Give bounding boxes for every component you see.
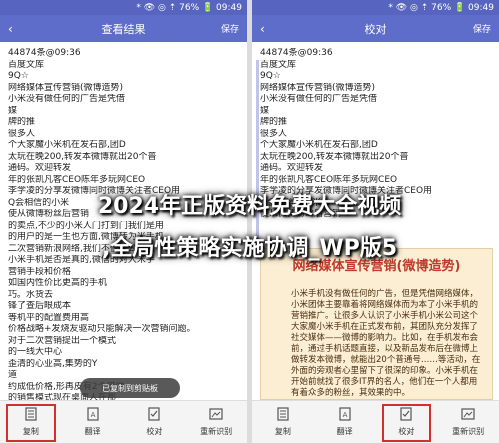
tab-rescan[interactable]: 重新识别 xyxy=(437,401,499,443)
page-title: 校对 xyxy=(364,22,387,36)
tab-label: 翻译 xyxy=(84,427,101,436)
rescan-icon xyxy=(209,407,223,426)
result-screen: * 👁 ◎ ⇡ 76% 🔋 09:49 ‹ 查看结果 保存 44874条@09:… xyxy=(0,0,247,443)
overlay-headline-2: ,全局性策略实施协调_WP版5 xyxy=(101,236,398,261)
proofread-screen: * 👁 ◎ ⇡ 76% 🔋 09:49 ‹ 校对 保存 44874条@09:36… xyxy=(252,0,499,443)
text-line: 通码。欢迎转发 xyxy=(260,163,324,173)
page-title: 查看结果 xyxy=(101,22,146,36)
text-line: 如国内性价比更高的手机 xyxy=(8,278,108,288)
text-line: 44874条@09:36 xyxy=(260,48,333,58)
text-line: 歪清的心业高,集势的Y xyxy=(8,358,98,369)
tab-label: 复制 xyxy=(274,427,291,436)
text-line: 的一线大中心 xyxy=(8,347,63,357)
tab-label: 复制 xyxy=(22,427,39,436)
tab-translate[interactable]: A 翻译 xyxy=(62,401,124,443)
tab-rescan[interactable]: 重新识别 xyxy=(185,401,247,443)
tab-proofread[interactable]: 校对 xyxy=(376,401,438,443)
text-line: 9Q☆ xyxy=(260,71,281,81)
tab-label: 重新识别 xyxy=(452,427,485,436)
source-image: 网络媒体宣传营销(微博造势) 小米手机没有做任何的广告，但是凭借网络媒体，小米团… xyxy=(260,248,493,400)
text-line: 通码。欢迎转发 xyxy=(8,163,72,173)
svg-text:A: A xyxy=(342,411,347,419)
copy-icon xyxy=(276,407,290,426)
text-line: 牌的推 xyxy=(8,117,36,127)
text-line: 很多人 xyxy=(260,128,288,139)
text-line: 个大家魔小米机在发石部,团D xyxy=(260,140,378,150)
bottom-toolbar: 复制 A 翻译 校对 重新识别 xyxy=(252,400,499,443)
text-line: 价格战略+发烧友驱动只能解决一次营销问题。 xyxy=(8,324,196,334)
text-line: 媒 xyxy=(8,105,18,116)
text-line: 44874条@09:36 xyxy=(8,48,81,58)
text-line: 营销手段和价格 xyxy=(8,266,72,277)
translate-icon: A xyxy=(338,407,352,426)
text-line: 很多人 xyxy=(8,128,36,139)
proofread-icon xyxy=(399,407,413,426)
text-line: 等机平的配置费用高 xyxy=(8,312,90,323)
back-arrow-icon[interactable]: ‹ xyxy=(260,22,265,36)
app-bar: ‹ 查看结果 保存 xyxy=(0,15,247,42)
text-line: 百度文库 xyxy=(260,59,297,70)
tab-translate[interactable]: A 翻译 xyxy=(314,401,376,443)
tab-label: 重新识别 xyxy=(200,427,233,436)
text-line: 太玩在晚200,转发本微博就出20个普 xyxy=(260,151,409,162)
translate-icon: A xyxy=(86,407,100,426)
save-button[interactable]: 保存 xyxy=(221,22,239,35)
text-line: 巧。水货去 xyxy=(8,289,54,300)
text-line: 小米没有做任何的广告是凭借 xyxy=(260,94,378,104)
status-bar: * 👁 ◎ ⇡ 76% 🔋 09:49 xyxy=(0,0,247,15)
text-line: 年的张凯凡客CEO陈年多玩网CEO xyxy=(260,174,398,185)
text-line: 9Q☆ xyxy=(8,71,29,81)
overlay-headline-1: 2024年正版资料免费大全视频 xyxy=(97,194,402,219)
tab-label: 翻译 xyxy=(336,427,353,436)
text-line: 个大家魔小米机在发石部,团D xyxy=(8,140,126,150)
text-line: 网络媒体宣传营销(微博造势) xyxy=(8,82,124,93)
tab-proofread[interactable]: 校对 xyxy=(124,401,186,443)
back-arrow-icon[interactable]: ‹ xyxy=(8,22,13,36)
tab-copy[interactable]: 复制 xyxy=(0,401,62,443)
text-line: 年的张凯凡客CEO陈年多玩网CEO xyxy=(8,174,146,185)
text-line: 媒 xyxy=(260,105,270,116)
text-line: 牌的推 xyxy=(260,117,288,127)
rescan-icon xyxy=(461,407,475,426)
text-line: 百度文库 xyxy=(8,59,45,70)
app-bar: ‹ 校对 保存 xyxy=(252,15,499,42)
copy-icon xyxy=(24,407,38,426)
status-text: * 👁 ◎ ⇡ 76% 🔋 09:49 xyxy=(388,2,494,13)
source-image-text: 小米手机没有做任何的广告，但是凭借网络媒体，小米团体主要靠着将网络媒体而为本了小… xyxy=(291,289,481,398)
text-line: 对于二次营销提出一个模式 xyxy=(8,335,117,346)
text-line: 小米没有做任何的广告是凭借 xyxy=(8,94,126,104)
text-line: 太玩在晚200,转发本微博就出20个普 xyxy=(8,151,157,162)
tab-label: 校对 xyxy=(146,427,163,436)
status-text: * 👁 ◎ ⇡ 76% 🔋 09:49 xyxy=(136,2,242,13)
tab-label: 校对 xyxy=(398,427,415,436)
status-bar: * 👁 ◎ ⇡ 76% 🔋 09:49 xyxy=(252,0,499,15)
bottom-toolbar: 复制 A 翻译 校对 重新识别 xyxy=(0,400,247,443)
svg-text:A: A xyxy=(90,411,95,419)
text-line: 锋了查后眼成本 xyxy=(8,301,72,311)
text-line: 网络媒体宣传营销(微博造势) xyxy=(260,82,376,93)
save-button[interactable]: 保存 xyxy=(473,22,491,35)
tab-copy[interactable]: 复制 xyxy=(252,401,314,443)
proofread-icon xyxy=(147,407,161,426)
copied-toast: 已复制到剪贴板 xyxy=(80,378,180,398)
